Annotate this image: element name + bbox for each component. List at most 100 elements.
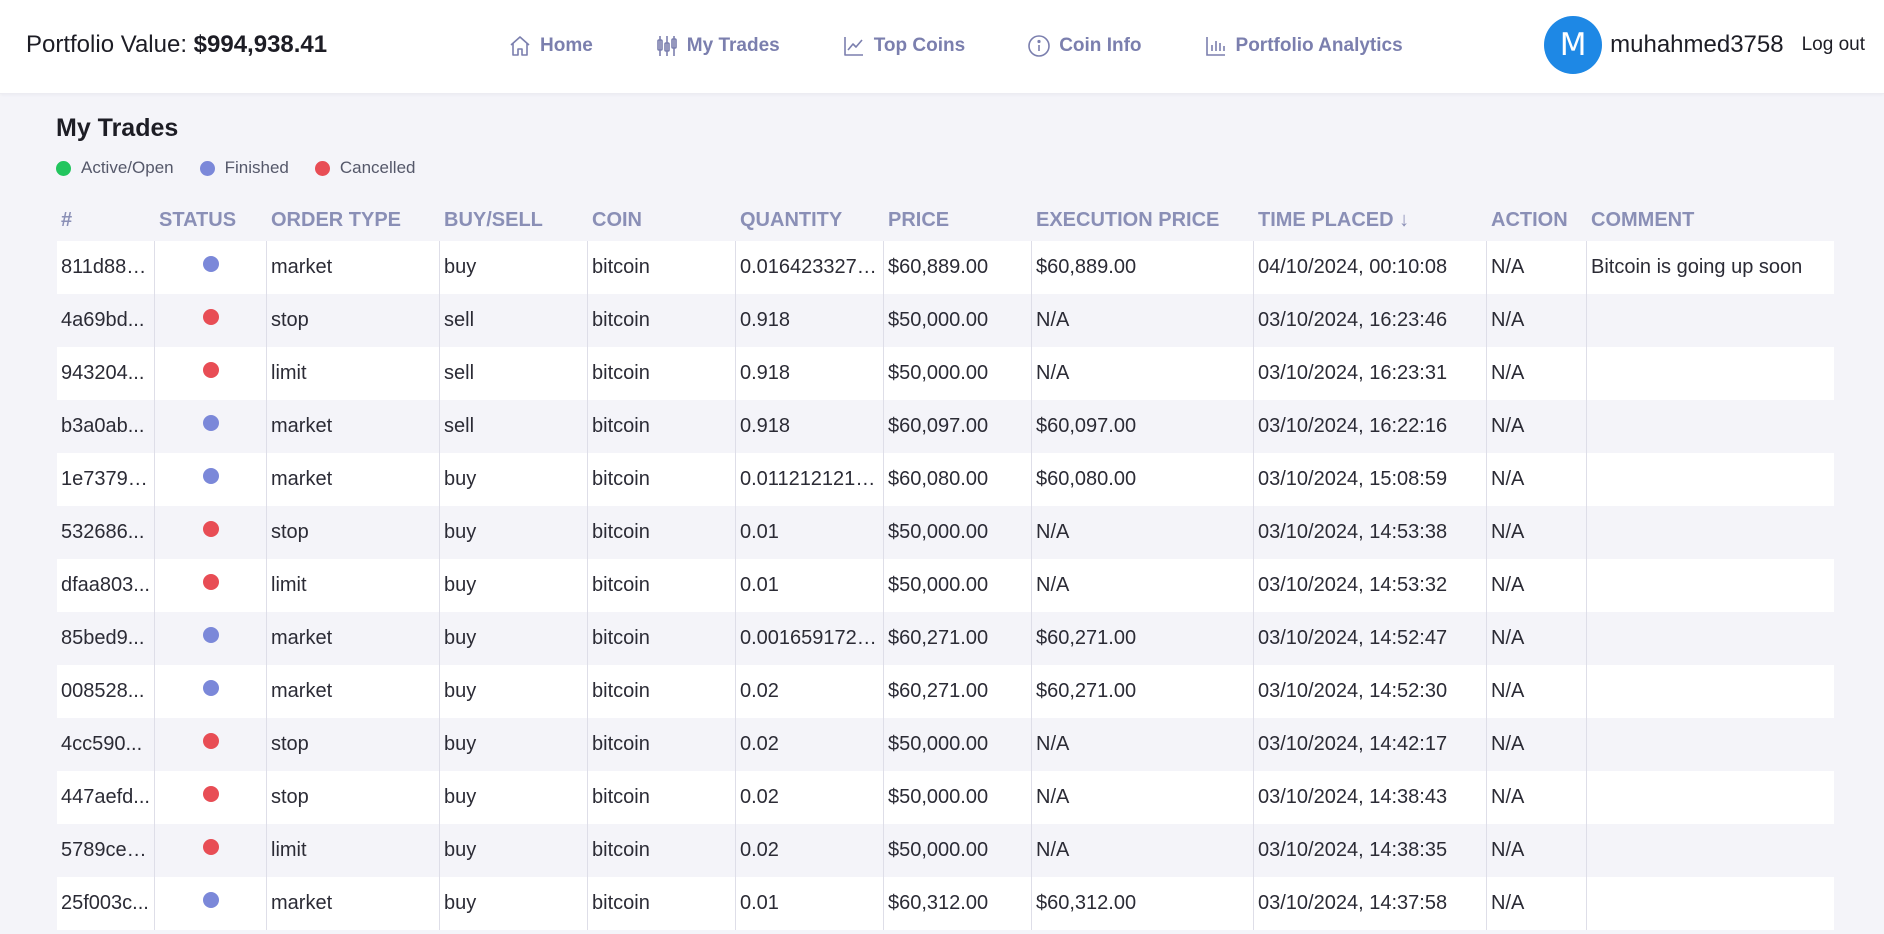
cell-price: $60,312.00 xyxy=(884,877,1032,930)
legend-finished: Finished xyxy=(199,158,289,178)
buy-sell-text: sell xyxy=(444,309,475,331)
order-type-text: stop xyxy=(271,309,309,331)
quantity-text: 0.0016591727... xyxy=(740,627,883,649)
trade-id-text: 85bed9... xyxy=(61,627,145,649)
col-header-id[interactable]: # xyxy=(57,209,155,232)
nav-portfolio-analytics[interactable]: Portfolio Analytics xyxy=(1204,34,1403,58)
order-type-text: limit xyxy=(271,574,307,596)
col-header-price[interactable]: PRICE xyxy=(884,209,1032,232)
table-row[interactable]: 008528... market buy bitcoin 0.02 $60,271.00 $… xyxy=(57,665,1834,718)
top-bar: Portfolio Value: $994,938.41 Home My Tra… xyxy=(0,0,1884,94)
time-placed-text: 03/10/2024, 15:08:59 xyxy=(1258,468,1448,490)
status-dot xyxy=(202,732,219,749)
action-text: N/A xyxy=(1491,415,1525,437)
time-placed-text: 03/10/2024, 14:42:17 xyxy=(1258,733,1448,755)
action-text: N/A xyxy=(1491,309,1525,331)
execution-price-text: N/A xyxy=(1036,521,1070,543)
cell-buy-sell: buy xyxy=(440,877,588,930)
table-row[interactable]: 4a69bd... stop sell bitcoin 0.918 $50,000.00 N… xyxy=(57,294,1834,347)
status-dot xyxy=(202,255,219,272)
trade-id-text: 4cc590... xyxy=(61,733,143,755)
price-text: $50,000.00 xyxy=(888,733,989,755)
trade-id-text: 5789ce2... xyxy=(61,839,154,861)
cell-quantity: 0.0112121212121... xyxy=(736,453,884,506)
trade-id-text: 447aefd... xyxy=(61,786,150,808)
execution-price-text: $60,097.00 xyxy=(1036,415,1137,437)
status-dot xyxy=(202,626,219,643)
cell-time-placed: 03/10/2024, 16:22:16 xyxy=(1254,400,1487,453)
cell-execution-price: $60,097.00 xyxy=(1032,400,1254,453)
col-header-action[interactable]: ACTION xyxy=(1487,209,1587,232)
cell-trade-id: dfaa803... xyxy=(57,559,155,612)
col-header-execution-price[interactable]: EXECUTION PRICE xyxy=(1032,209,1254,232)
col-header-status[interactable]: STATUS xyxy=(155,209,267,232)
time-placed-text: 03/10/2024, 14:38:43 xyxy=(1258,786,1448,808)
execution-price-text: N/A xyxy=(1036,839,1070,861)
price-text: $50,000.00 xyxy=(888,362,989,384)
table-row[interactable]: 532686... stop buy bitcoin 0.01 $50,000.00 N/A… xyxy=(57,506,1834,559)
col-header-time-placed[interactable]: TIME PLACED ↓ xyxy=(1254,209,1487,232)
status-dot xyxy=(202,891,219,908)
table-row[interactable]: 447aefd... stop buy bitcoin 0.02 $50,000.00 N/… xyxy=(57,771,1834,824)
cell-comment xyxy=(1587,718,1834,771)
cell-execution-price: N/A xyxy=(1032,559,1254,612)
cell-quantity: 0.0164233276... xyxy=(736,241,884,294)
cell-buy-sell: sell xyxy=(440,294,588,347)
cell-buy-sell: buy xyxy=(440,612,588,665)
buy-sell-text: buy xyxy=(444,680,477,702)
table-row[interactable]: b3a0ab... market sell bitcoin 0.918 $60,097.0… xyxy=(57,400,1834,453)
table-row[interactable]: 811d88e... market buy bitcoin 0.0164233276..… xyxy=(57,241,1834,294)
logout-button[interactable]: Log out xyxy=(1802,34,1865,56)
username: muhahmed3758 xyxy=(1610,31,1784,58)
cell-execution-price: N/A xyxy=(1032,824,1254,877)
cell-price: $50,000.00 xyxy=(884,559,1032,612)
time-placed-text: 03/10/2024, 16:23:46 xyxy=(1258,309,1448,331)
cell-coin: bitcoin xyxy=(588,241,736,294)
table-row[interactable]: 943204... limit sell bitcoin 0.918 $50,000.00… xyxy=(57,347,1834,400)
cell-buy-sell: buy xyxy=(440,559,588,612)
cell-price: $60,271.00 xyxy=(884,665,1032,718)
table-row[interactable]: dfaa803... limit buy bitcoin 0.01 $50,000.00 N… xyxy=(57,559,1834,612)
cell-coin: bitcoin xyxy=(588,877,736,930)
cell-buy-sell: buy xyxy=(440,718,588,771)
nav-home[interactable]: Home xyxy=(508,34,593,58)
cell-coin: bitcoin xyxy=(588,665,736,718)
cell-coin: bitcoin xyxy=(588,294,736,347)
cell-action: N/A xyxy=(1487,506,1587,559)
cell-execution-price: N/A xyxy=(1032,718,1254,771)
quantity-text: 0.01 xyxy=(740,574,779,596)
table-row[interactable]: 1e73791... market buy bitcoin 0.011212121212… xyxy=(57,453,1834,506)
status-dot xyxy=(202,838,219,855)
trade-id-text: 811d88e... xyxy=(61,256,154,278)
table-row[interactable]: 85bed9... market buy bitcoin 0.0016591727...… xyxy=(57,612,1834,665)
table-row[interactable]: 5789ce2... limit buy bitcoin 0.02 $50,000.00 N… xyxy=(57,824,1834,877)
table-header: # STATUS ORDER TYPE BUY/SELL COIN QUANTI… xyxy=(57,199,1834,241)
table-row[interactable]: 25f003c... market buy bitcoin 0.01 $60,312.00… xyxy=(57,877,1834,930)
chart-line-icon xyxy=(843,37,863,56)
cell-quantity: 0.02 xyxy=(736,718,884,771)
cell-status xyxy=(155,824,267,877)
quantity-text: 0.918 xyxy=(740,362,791,384)
execution-price-text: N/A xyxy=(1036,733,1070,755)
col-header-order-type[interactable]: ORDER TYPE xyxy=(267,209,440,232)
cell-coin: bitcoin xyxy=(588,612,736,665)
coin-text: bitcoin xyxy=(592,362,650,384)
col-header-coin[interactable]: COIN xyxy=(588,209,736,232)
nav-my-trades[interactable]: My Trades xyxy=(655,34,780,58)
coin-text: bitcoin xyxy=(592,733,650,755)
cell-status xyxy=(155,400,267,453)
nav-coin-info[interactable]: Coin Info xyxy=(1027,34,1142,58)
nav-top-coins[interactable]: Top Coins xyxy=(842,34,965,58)
cell-time-placed: 03/10/2024, 14:53:38 xyxy=(1254,506,1487,559)
cell-action: N/A xyxy=(1487,612,1587,665)
avatar[interactable]: M xyxy=(1544,16,1603,74)
cell-action: N/A xyxy=(1487,241,1587,294)
col-header-buy-sell[interactable]: BUY/SELL xyxy=(440,209,588,232)
table-row[interactable]: 4cc590... stop buy bitcoin 0.02 $50,000.00 N/A… xyxy=(57,718,1834,771)
cell-coin: bitcoin xyxy=(588,824,736,877)
time-placed-text: 03/10/2024, 14:52:30 xyxy=(1258,680,1448,702)
cell-buy-sell: buy xyxy=(440,771,588,824)
buy-sell-text: buy xyxy=(444,733,477,755)
col-header-comment[interactable]: COMMENT xyxy=(1587,209,1834,232)
col-header-quantity[interactable]: QUANTITY xyxy=(736,209,884,232)
